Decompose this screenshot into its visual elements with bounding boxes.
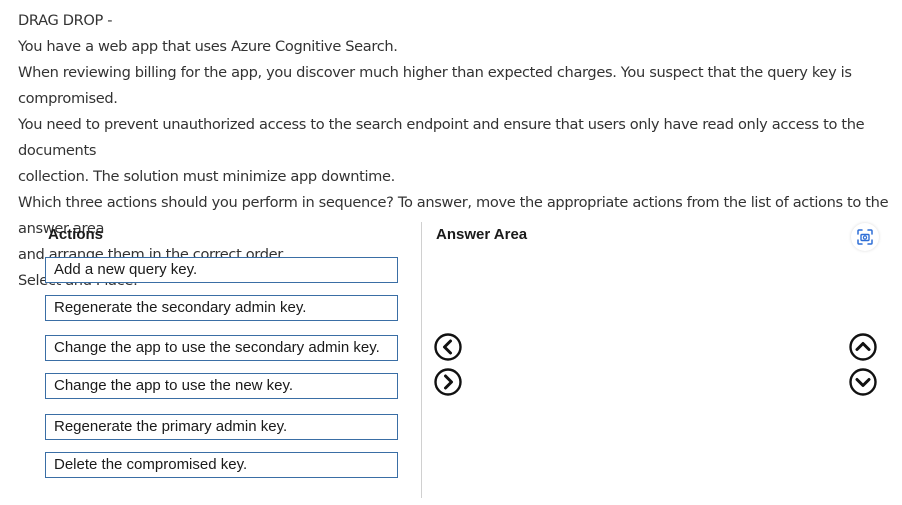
- camera-scan-icon: [857, 229, 873, 245]
- chevron-up-circle-icon: [849, 333, 877, 361]
- question-text: DRAG DROP - You have a web app that uses…: [18, 8, 893, 294]
- question-line: You need to prevent unauthorized access …: [18, 116, 865, 159]
- move-right-button[interactable]: [434, 368, 462, 396]
- action-item-delete-compromised[interactable]: Delete the compromised key.: [45, 452, 398, 478]
- move-up-button[interactable]: [849, 333, 877, 361]
- action-item-regenerate-secondary[interactable]: Regenerate the secondary admin key.: [45, 295, 398, 321]
- question-line: When reviewing billing for the app, you …: [18, 64, 852, 107]
- chevron-left-circle-icon: [434, 333, 462, 361]
- question-line: DRAG DROP -: [18, 12, 113, 29]
- chevron-down-circle-icon: [849, 368, 877, 396]
- action-item-use-secondary[interactable]: Change the app to use the secondary admi…: [45, 335, 398, 361]
- question-line: collection. The solution must minimize a…: [18, 168, 395, 185]
- actions-header: Actions: [48, 226, 104, 243]
- question-line: You have a web app that uses Azure Cogni…: [18, 38, 398, 55]
- answer-area-header: Answer Area: [436, 226, 528, 243]
- chevron-right-circle-icon: [434, 368, 462, 396]
- action-item-regenerate-primary[interactable]: Regenerate the primary admin key.: [45, 414, 398, 440]
- move-down-button[interactable]: [849, 368, 877, 396]
- action-item-use-new-key[interactable]: Change the app to use the new key.: [45, 373, 398, 399]
- column-divider: [421, 222, 422, 498]
- move-left-button[interactable]: [434, 333, 462, 361]
- action-item-add-query-key[interactable]: Add a new query key.: [45, 257, 398, 283]
- screenshot-button[interactable]: [851, 223, 879, 251]
